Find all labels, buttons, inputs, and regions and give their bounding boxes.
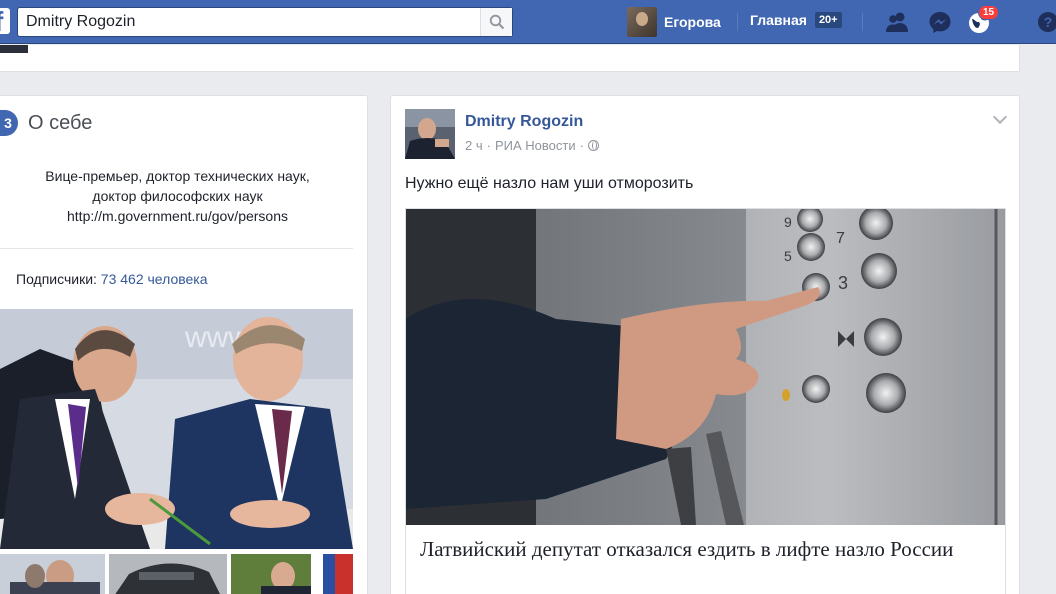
about-website-link[interactable]: http://m.government.ru/gov/persons [10, 206, 345, 226]
post-meta: 2 ч · РИА Новости · [465, 138, 599, 153]
link-title[interactable]: Латвийский депутат отказался ездить в ли… [420, 536, 990, 563]
photo-thumbnail[interactable] [109, 554, 227, 594]
post-source[interactable]: РИА Новости [495, 138, 576, 153]
user-name: Егорова [664, 14, 721, 30]
author-avatar[interactable] [405, 109, 455, 159]
about-description-line: Вице-премьер, доктор технических наук, [45, 168, 310, 184]
photo-thumbnails [0, 554, 353, 594]
post-author-name[interactable]: Dmitry Rogozin [465, 113, 583, 131]
photo-thumbnail[interactable] [231, 554, 353, 594]
photo-thumbnail[interactable] [0, 554, 105, 594]
elevator-digit: 3 [838, 273, 848, 293]
followers-row: Подписчики: 73 462 человека [16, 271, 208, 287]
post-card: Dmitry Rogozin 2 ч · РИА Новости · Нужно… [390, 95, 1020, 594]
nav-divider [862, 13, 863, 31]
meta-separator: · [486, 138, 491, 153]
home-count-badge: 20+ [814, 12, 842, 28]
top-navigation-bar: f Егорова Главная 20+ 15 ? [0, 0, 1056, 44]
elevator-photo: 9 7 5 3 [406, 209, 1005, 525]
link-preview[interactable]: 9 7 5 3 Латвийский депутат отказался езд… [405, 208, 1006, 594]
about-divider [0, 248, 353, 249]
officials-photo: www. [0, 309, 353, 549]
cover-card-bottom [0, 45, 1020, 72]
search-icon [489, 14, 505, 30]
post-text: Нужно ещё назло нам уши отморозить [405, 175, 694, 192]
profile-link[interactable]: Егорова [627, 7, 721, 37]
home-label: Главная [750, 12, 807, 28]
facebook-logo[interactable]: f [0, 8, 10, 34]
about-card: 3 О себе Вице-премьер, доктор технически… [0, 95, 368, 594]
followers-label: Подписчики: [16, 271, 97, 287]
home-link[interactable]: Главная 20+ [750, 12, 842, 28]
about-description: Вице-премьер, доктор технических наук, д… [10, 166, 345, 226]
cover-thumbnail [0, 45, 28, 53]
about-title: О себе [28, 111, 93, 134]
page-scroll-gutter [1044, 45, 1056, 594]
avatar [627, 7, 657, 37]
search-button[interactable] [480, 8, 512, 36]
followers-count-link[interactable]: 73 462 человека [101, 271, 208, 287]
about-icon-glyph: 3 [4, 115, 12, 131]
notifications-count-badge: 15 [978, 5, 1000, 20]
logo-letter: f [0, 8, 3, 34]
svg-text:?: ? [1044, 14, 1053, 30]
elevator-digit: 7 [836, 230, 845, 247]
search-input[interactable] [26, 8, 486, 36]
about-header: 3 О себе [0, 110, 92, 136]
meta-separator: · [579, 138, 584, 153]
globe-privacy-icon[interactable] [587, 140, 599, 151]
search-box[interactable] [17, 7, 513, 37]
chevron-down-icon[interactable] [992, 109, 1008, 125]
elevator-digit: 5 [784, 248, 792, 264]
link-image[interactable]: 9 7 5 3 [406, 209, 1005, 525]
nav-divider [737, 13, 738, 31]
profile-photo[interactable]: www. [0, 309, 353, 549]
friends-icon[interactable] [884, 10, 910, 34]
post-time[interactable]: 2 ч [465, 138, 483, 153]
about-icon: 3 [0, 110, 18, 136]
elevator-digit: 9 [784, 214, 792, 230]
about-description-line: доктор философских наук [92, 188, 263, 204]
messenger-icon[interactable] [927, 10, 953, 34]
help-icon[interactable]: ? [1036, 10, 1056, 34]
